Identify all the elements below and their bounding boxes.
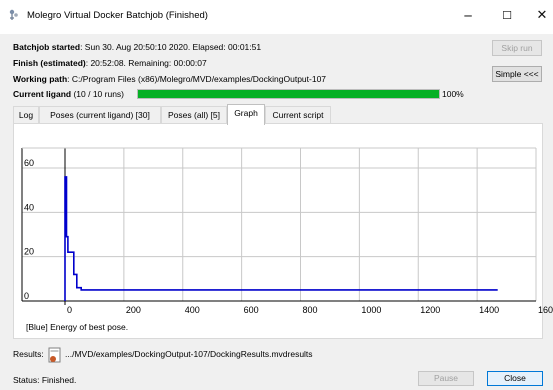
results-path: .../MVD/examples/DockingOutput-107/Docki… xyxy=(65,349,313,359)
y-tick-label: 60 xyxy=(24,158,34,168)
y-tick-label: 40 xyxy=(24,202,34,212)
chart-tick-labels: 0 200 400 600 800 1000 1200 1400 1600204060 xyxy=(24,158,553,315)
x-tick-label: 0 xyxy=(67,305,72,315)
x-tick-label: 1000 xyxy=(361,305,381,315)
x-tick-label: 1400 xyxy=(479,305,499,315)
status-text: Status: Finished. xyxy=(13,375,77,385)
chart-grid xyxy=(22,148,537,302)
x-tick-label: 800 xyxy=(303,305,318,315)
x-tick-label: 600 xyxy=(244,305,259,315)
y-tick-label: 0 xyxy=(24,291,29,301)
tab-graph[interactable]: Graph xyxy=(227,104,265,125)
chart-series xyxy=(64,176,498,301)
pause-button[interactable]: Pause xyxy=(418,371,474,386)
results-label: Results: xyxy=(13,349,44,359)
x-tick-label: 1200 xyxy=(420,305,440,315)
y-tick-label: 20 xyxy=(24,247,34,257)
chart-axes xyxy=(21,147,536,305)
close-button[interactable]: Close xyxy=(487,371,543,386)
chart-legend-note: [Blue] Energy of best pose. xyxy=(26,322,129,332)
results-row: Results: .../MVD/examples/DockingOutput-… xyxy=(13,347,313,367)
x-tick-label: 200 xyxy=(126,305,141,315)
x-tick-label: 400 xyxy=(185,305,200,315)
energy-series-line xyxy=(64,176,498,301)
x-tick-label: 160 xyxy=(538,305,553,315)
results-file-icon[interactable] xyxy=(48,347,62,363)
energy-chart: 0 200 400 600 800 1000 1200 1400 1600204060 xyxy=(21,147,553,315)
